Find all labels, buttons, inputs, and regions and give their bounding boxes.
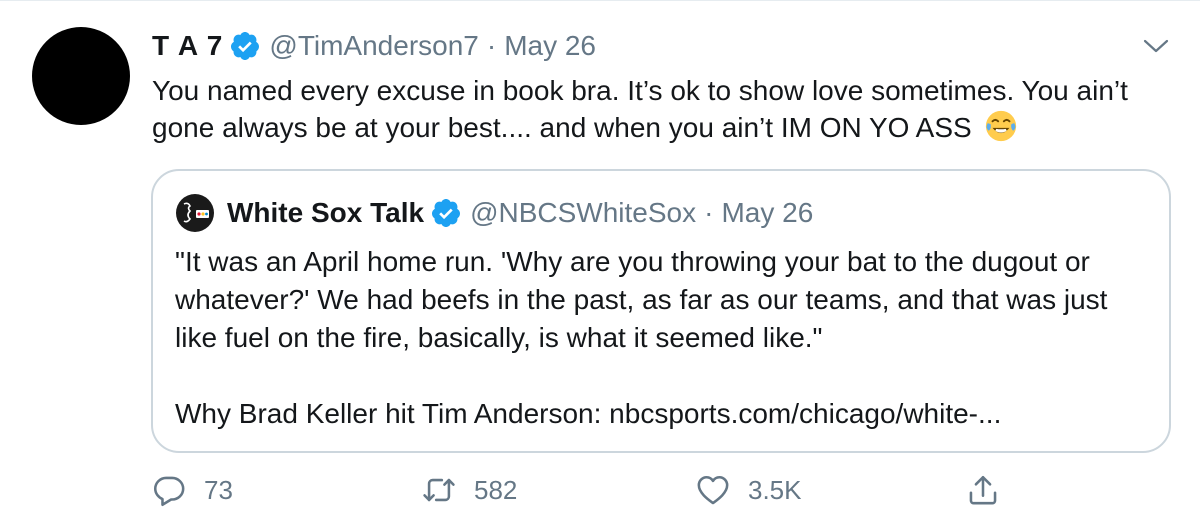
like-count: 3.5K [748,474,802,505]
tweet-text: You named every excuse in book bra. It’s… [152,73,1172,146]
reply-icon [153,476,185,507]
timestamp[interactable]: May 26 [504,29,596,63]
tweet-actions: 73 582 3.5K [152,473,1172,513]
verified-badge-icon [432,199,461,227]
share-icon [969,475,997,505]
quoted-display-name: White Sox Talk [227,197,425,228]
tweet-header: T A 7 @TimAnderson7 · May 26 [152,29,596,63]
chevron-down-icon[interactable] [1140,35,1172,59]
face-with-tears-of-joy-emoji [985,110,1016,142]
reply-button[interactable]: 73 [152,473,233,507]
avatar[interactable] [32,27,130,125]
quoted-tweet-body: "It was an April home run. 'Why are you … [175,243,1150,433]
reply-count: 73 [204,474,233,505]
quoted-tweet-header: White Sox Talk @NBCSWhiteSox · May 26 [175,193,813,233]
separator: · [486,30,497,61]
handle[interactable]: @TimAnderson7 [269,29,478,63]
quoted-timestamp: May 26 [721,197,814,228]
retweet-button[interactable]: 582 [422,473,517,507]
retweet-count: 582 [474,474,518,505]
quoted-separator: · [704,197,714,228]
quoted-tweet-link-text: Why Brad Keller hit Tim Anderson: nbcspo… [175,398,1002,429]
like-button[interactable]: 3.5K [696,473,802,507]
quoted-handle: @NBCSWhiteSox [470,197,697,228]
tweet-card[interactable]: T A 7 @TimAnderson7 · May 26 You named e… [0,0,1200,531]
tweet-body: You named every excuse in book bra. It’s… [152,75,1128,143]
retweet-icon [423,478,455,502]
quoted-tweet-text: "It was an April home run. 'Why are you … [175,246,1108,353]
display-name[interactable]: T A 7 [152,29,223,63]
verified-badge-icon [231,32,260,60]
heart-icon [697,475,729,505]
quoted-tweet[interactable]: White Sox Talk @NBCSWhiteSox · May 26 "I… [151,169,1171,453]
share-button[interactable] [966,473,1018,507]
white-sox-logo-icon [176,194,214,232]
